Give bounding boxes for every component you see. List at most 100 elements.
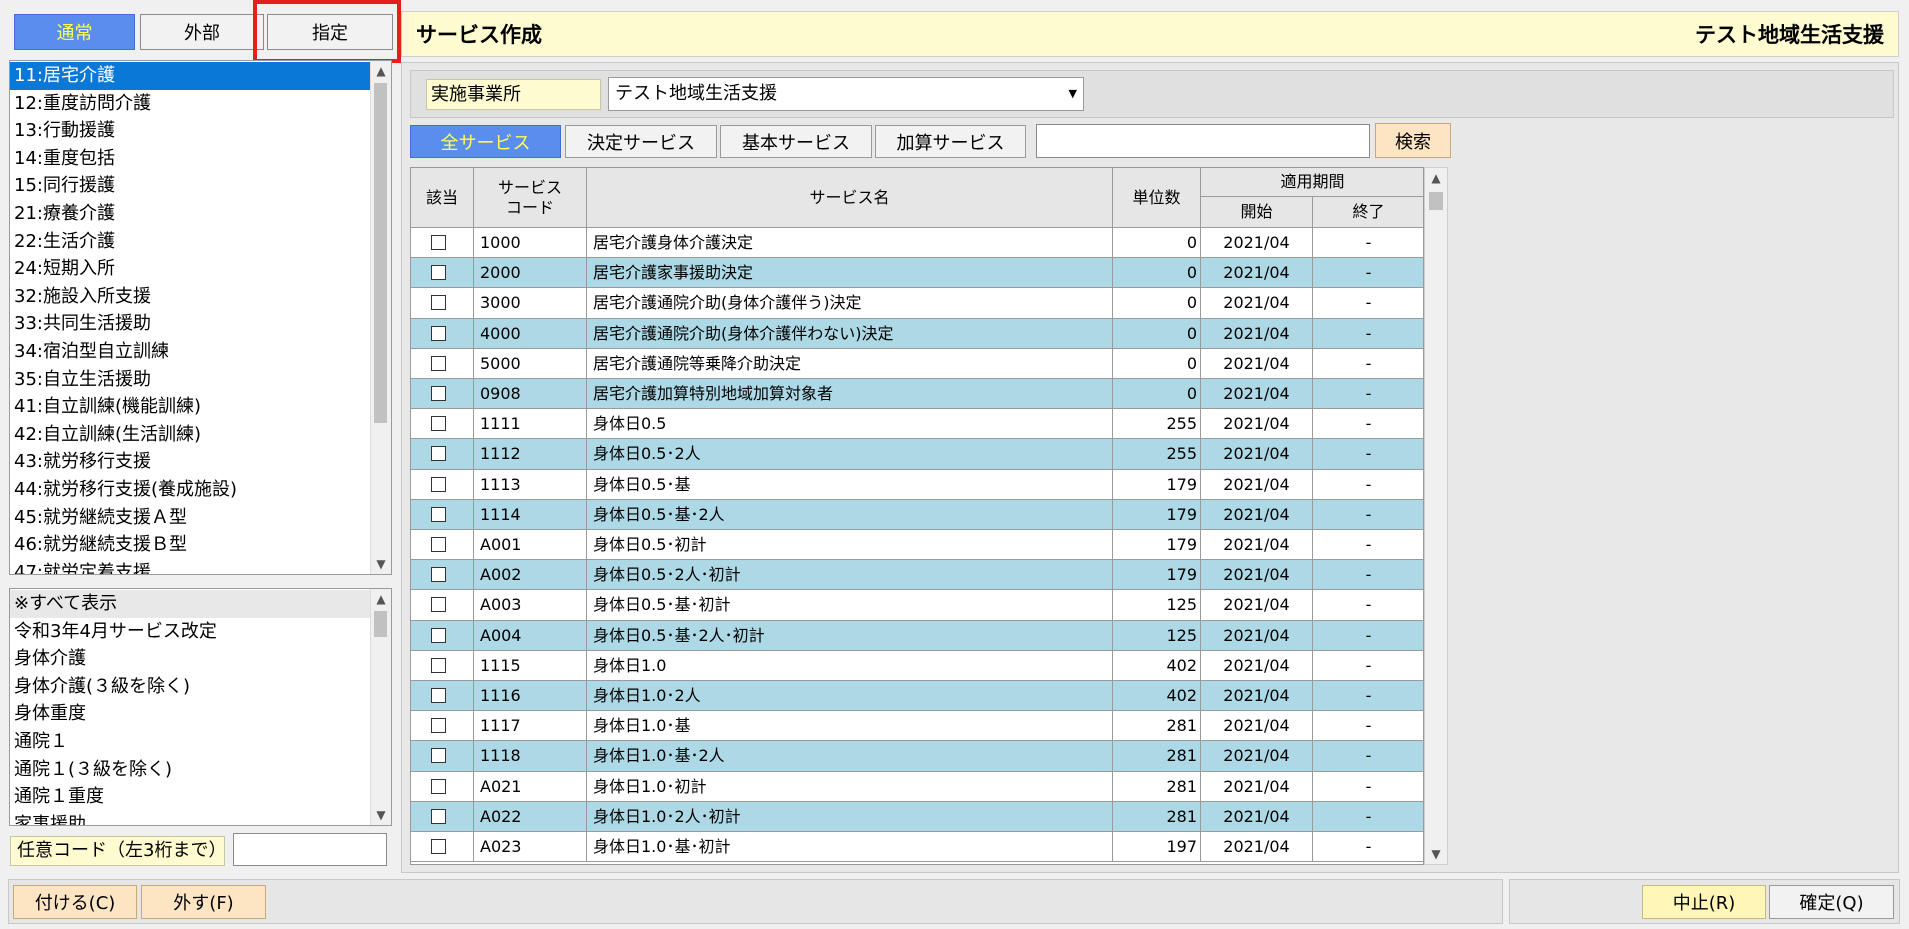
table-row[interactable]: 1116 身体日1.0･2人 402 2021/04-: [411, 681, 1423, 712]
row-checkbox[interactable]: [431, 627, 446, 643]
row-checkbox[interactable]: [431, 778, 446, 794]
filter-item[interactable]: ※すべて表示: [10, 590, 371, 618]
row-checkbox[interactable]: [431, 688, 446, 703]
row-checkbox[interactable]: [431, 808, 446, 824]
row-checkbox[interactable]: [431, 567, 446, 583]
cell-code: 1114: [474, 499, 587, 529]
category-item[interactable]: 45:就労継続支援Ａ型: [10, 504, 371, 532]
row-checkbox[interactable]: [431, 325, 446, 341]
tab-basic-services[interactable]: 基本サービス: [720, 125, 872, 158]
row-checkbox[interactable]: [431, 235, 446, 250]
row-checkbox[interactable]: [431, 537, 446, 552]
table-row[interactable]: A001 身体日0.5･初計 179 2021/04-: [411, 530, 1423, 561]
confirm-button[interactable]: 確定(Q): [1769, 885, 1894, 919]
any-code-input[interactable]: [233, 833, 387, 866]
category-item[interactable]: 33:共同生活援助: [10, 310, 371, 338]
row-checkbox[interactable]: [431, 718, 446, 734]
scroll-thumb[interactable]: [1429, 192, 1443, 210]
attach-button[interactable]: 付ける(C): [13, 885, 137, 919]
tab-addition-services[interactable]: 加算サービス: [875, 125, 1026, 158]
cancel-button[interactable]: 中止(R): [1642, 885, 1766, 919]
table-row[interactable]: A004 身体日0.5･基･2人･初計 125 2021/04-: [411, 620, 1423, 651]
table-row[interactable]: 5000 居宅介護通院等乗降介助決定 0 2021/04-: [411, 348, 1423, 379]
search-button[interactable]: 検索: [1375, 123, 1451, 158]
category-item[interactable]: 44:就労移行支援(養成施設): [10, 476, 371, 504]
filter-scrollbar[interactable]: ▲ ▼: [370, 589, 391, 825]
category-item[interactable]: 47:就労定着支援: [10, 559, 371, 574]
category-list[interactable]: 11:居宅介護 12:重度訪問介護 13:行動援護 14:重度包括 15:同行援護 21:…: [9, 60, 392, 575]
filter-item[interactable]: 身体重度: [10, 700, 371, 728]
scroll-up-icon[interactable]: ▲: [371, 61, 391, 81]
tab-all-services[interactable]: 全サービス: [410, 125, 561, 158]
row-checkbox[interactable]: [431, 355, 446, 371]
table-row[interactable]: 0908 居宅介護加算特別地域加算対象者 0 2021/04-: [411, 379, 1423, 410]
category-scrollbar[interactable]: ▲ ▼: [370, 61, 391, 574]
filter-item[interactable]: 令和3年4月サービス改定: [10, 618, 371, 646]
filter-list[interactable]: ※すべて表示 令和3年4月サービス改定 身体介護 身体介護(３級を除く) 身体重度 通院１…: [9, 588, 392, 826]
row-checkbox[interactable]: [431, 506, 446, 522]
category-item[interactable]: 15:同行援護: [10, 172, 371, 200]
category-item[interactable]: 21:療養介護: [10, 200, 371, 228]
table-row[interactable]: 4000 居宅介護通院介助(身体介護伴わない)決定 0 2021/04-: [411, 318, 1423, 349]
table-row[interactable]: 1114 身体日0.5･基･2人 179 2021/04-: [411, 499, 1423, 530]
table-row[interactable]: A002 身体日0.5･2人･初計 179 2021/04-: [411, 560, 1423, 591]
scroll-up-icon[interactable]: ▲: [371, 589, 391, 609]
category-item[interactable]: 43:就労移行支援: [10, 448, 371, 476]
table-row[interactable]: 1111 身体日0.5 255 2021/04-: [411, 409, 1423, 440]
table-row[interactable]: 2000 居宅介護家事援助決定 0 2021/04-: [411, 258, 1423, 289]
scroll-down-icon[interactable]: ▼: [371, 554, 391, 574]
table-row[interactable]: 3000 居宅介護通院介助(身体介護伴う)決定 0 2021/04-: [411, 288, 1423, 319]
table-scrollbar[interactable]: ▲ ▼: [1424, 167, 1448, 865]
row-checkbox[interactable]: [431, 839, 446, 854]
mode-external-button[interactable]: 外部: [140, 14, 264, 50]
scroll-thumb[interactable]: [374, 611, 387, 637]
filter-item[interactable]: 通院１(３級を除く): [10, 756, 371, 784]
filter-item[interactable]: 身体介護: [10, 645, 371, 673]
category-item[interactable]: 22:生活介護: [10, 228, 371, 256]
table-row[interactable]: A003 身体日0.5･基･初計 125 2021/04-: [411, 590, 1423, 621]
table-row[interactable]: A021 身体日1.0･初計 281 2021/04-: [411, 771, 1423, 802]
category-item[interactable]: 46:就労継続支援Ｂ型: [10, 531, 371, 559]
filter-item[interactable]: 家事援助: [10, 811, 371, 825]
category-item[interactable]: 34:宿泊型自立訓練: [10, 338, 371, 366]
row-checkbox[interactable]: [431, 476, 446, 492]
scroll-thumb[interactable]: [374, 83, 387, 423]
table-row[interactable]: 1118 身体日1.0･基･2人 281 2021/04-: [411, 741, 1423, 772]
row-checkbox[interactable]: [431, 295, 446, 311]
table-row[interactable]: 1115 身体日1.0 402 2021/04-: [411, 650, 1423, 681]
table-row[interactable]: A023 身体日1.0･基･初計 197 2021/04-: [411, 832, 1423, 863]
scroll-down-icon[interactable]: ▼: [1425, 844, 1447, 864]
search-input[interactable]: [1036, 124, 1370, 158]
row-checkbox[interactable]: [431, 748, 446, 764]
category-item[interactable]: 42:自立訓練(生活訓練): [10, 421, 371, 449]
category-item[interactable]: 35:自立生活援助: [10, 366, 371, 394]
category-item[interactable]: 11:居宅介護: [10, 62, 371, 90]
filter-item[interactable]: 通院１重度: [10, 783, 371, 811]
category-item[interactable]: 24:短期入所: [10, 255, 371, 283]
row-checkbox[interactable]: [431, 446, 446, 462]
table-row[interactable]: A022 身体日1.0･2人･初計 281 2021/04-: [411, 801, 1423, 832]
filter-item[interactable]: 身体介護(３級を除く): [10, 673, 371, 701]
tab-decided-services[interactable]: 決定サービス: [565, 125, 717, 158]
category-item[interactable]: 14:重度包括: [10, 145, 371, 173]
row-checkbox[interactable]: [431, 597, 446, 613]
row-checkbox[interactable]: [431, 386, 446, 401]
table-row[interactable]: 1113 身体日0.5･基 179 2021/04-: [411, 469, 1423, 500]
filter-item[interactable]: 通院１: [10, 728, 371, 756]
scroll-up-icon[interactable]: ▲: [1425, 168, 1447, 188]
row-checkbox[interactable]: [431, 416, 446, 432]
facility-select[interactable]: テスト地域生活支援 ▼: [608, 77, 1084, 111]
detach-button[interactable]: 外す(F): [141, 885, 266, 919]
row-checkbox[interactable]: [431, 265, 446, 281]
table-row[interactable]: 1117 身体日1.0･基 281 2021/04-: [411, 711, 1423, 742]
category-item[interactable]: 41:自立訓練(機能訓練): [10, 393, 371, 421]
category-item[interactable]: 32:施設入所支援: [10, 283, 371, 311]
chevron-down-icon[interactable]: ▼: [1069, 78, 1077, 110]
row-checkbox[interactable]: [431, 657, 446, 673]
category-item[interactable]: 12:重度訪問介護: [10, 90, 371, 118]
table-row[interactable]: 1112 身体日0.5･2人 255 2021/04-: [411, 439, 1423, 470]
table-row[interactable]: 1000 居宅介護身体介護決定 0 2021/04-: [411, 228, 1423, 259]
category-item[interactable]: 13:行動援護: [10, 117, 371, 145]
mode-normal-button[interactable]: 通常: [14, 14, 135, 50]
scroll-down-icon[interactable]: ▼: [371, 805, 391, 825]
